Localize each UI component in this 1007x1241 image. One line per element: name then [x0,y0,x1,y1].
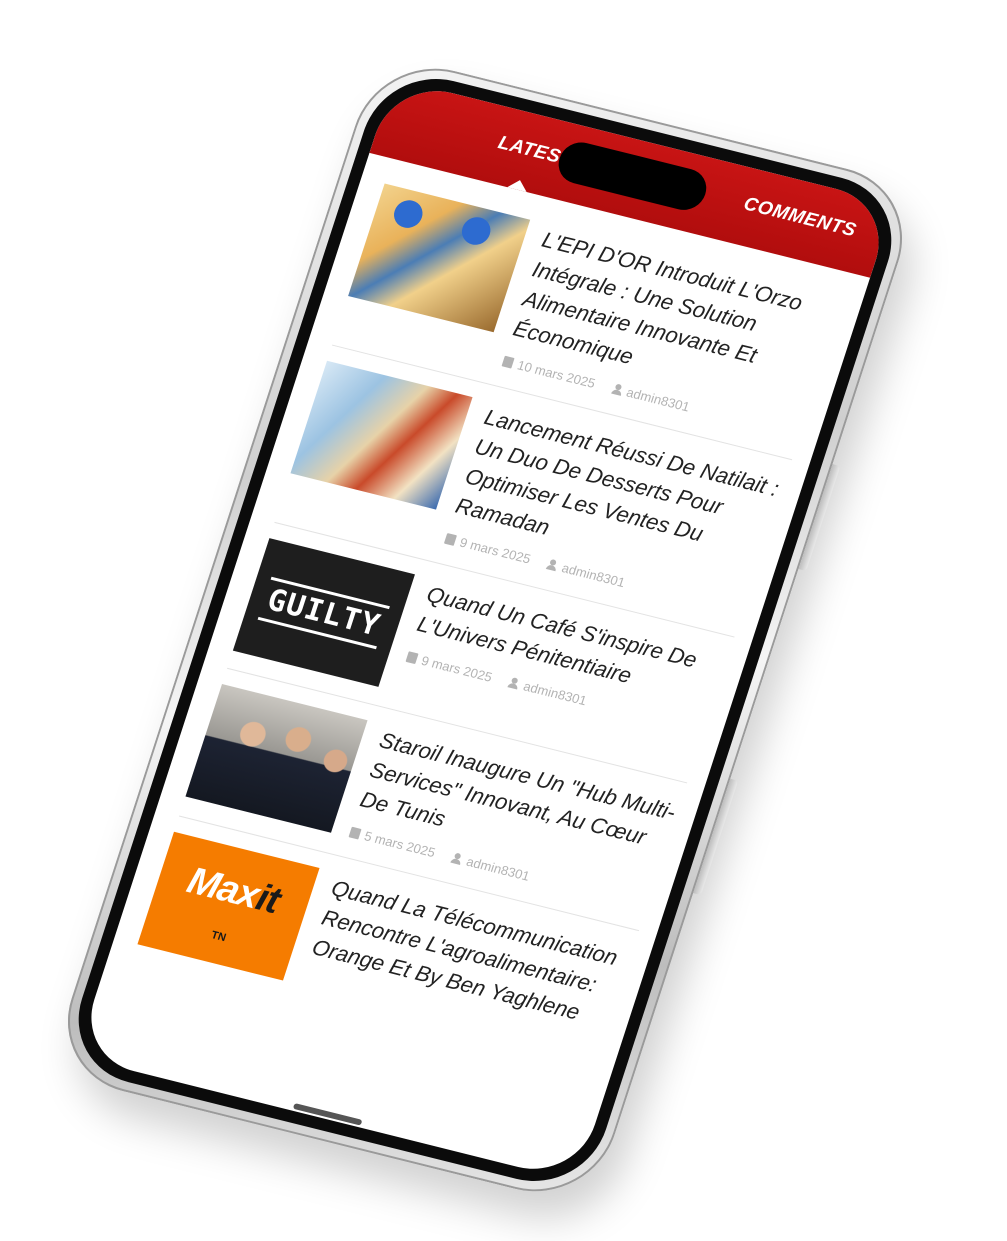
article-author[interactable]: admin8301 [507,675,589,708]
user-icon [451,852,464,865]
article-thumbnail[interactable] [185,683,368,833]
article-thumbnail[interactable] [348,183,531,333]
maxit-logo: Maxit [182,859,285,922]
user-icon [508,677,521,690]
calendar-icon [405,651,419,665]
article-thumbnail[interactable] [290,360,473,510]
article-thumbnail[interactable]: GUILTY [232,538,415,687]
phone-mockup: LATEST COMMENTS L'EPI D'OR Introduit L'O… [47,52,923,1208]
calendar-icon [501,355,515,369]
user-icon [546,558,559,571]
user-icon [611,383,624,396]
article-list: L'EPI D'OR Introduit L'Orzo Intégrale : … [109,153,871,1081]
tab-label: COMMENTS [740,193,859,242]
article-thumbnail[interactable]: Maxit TN [137,831,320,981]
calendar-icon [443,532,457,546]
calendar-icon [348,826,362,840]
article-author[interactable]: admin8301 [450,850,532,884]
thumbnail-logo-text: GUILTY [257,576,391,649]
maxit-logo-sub: TN [209,928,228,944]
article-author[interactable]: admin8301 [610,381,692,415]
phone-bezel: LATEST COMMENTS L'EPI D'OR Introduit L'O… [60,64,910,1196]
article-author[interactable]: admin8301 [545,557,627,590]
charging-port [292,1102,363,1126]
